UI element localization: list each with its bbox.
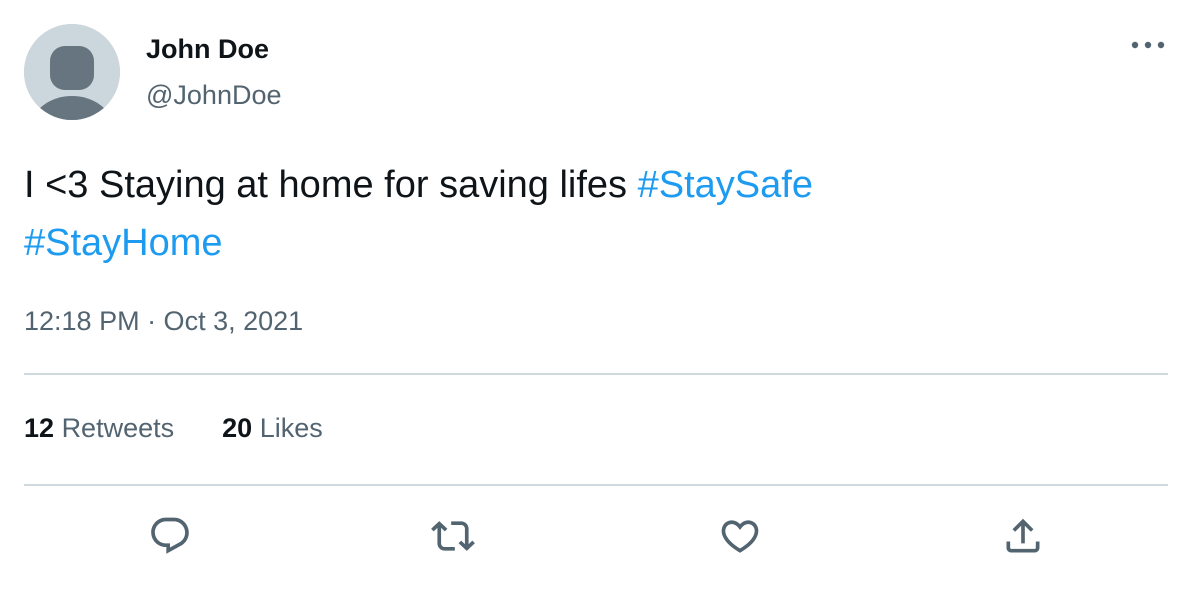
author-name[interactable]: John Doe: [146, 34, 269, 65]
avatar[interactable]: [24, 24, 120, 120]
tweet-timestamp[interactable]: 12:18 PM · Oct 3, 2021: [24, 306, 303, 337]
retweet-button[interactable]: [429, 512, 477, 560]
divider: [24, 484, 1168, 486]
share-button[interactable]: [999, 512, 1047, 560]
more-icon: [1131, 41, 1165, 49]
like-button[interactable]: [716, 512, 764, 560]
tweet-stats: 12 Retweets 20 Likes: [24, 413, 323, 444]
retweets-count: 12: [24, 413, 55, 443]
hashtag-staysafe[interactable]: #StaySafe: [638, 164, 813, 206]
tweet-body: I <3 Staying at home for saving lifes: [24, 164, 628, 206]
like-icon: [721, 520, 759, 553]
reply-button[interactable]: [146, 512, 194, 560]
likes-count: 20: [222, 413, 253, 443]
tweet-card: John Doe @JohnDoe I <3 Staying at home f…: [0, 0, 1192, 606]
default-avatar-icon: [24, 24, 120, 120]
more-options-button[interactable]: [1126, 30, 1170, 60]
likes-stat[interactable]: 20 Likes: [222, 413, 323, 444]
retweets-label: Retweets: [61, 413, 175, 443]
author-handle[interactable]: @JohnDoe: [146, 80, 282, 111]
retweet-icon: [431, 521, 475, 551]
reply-icon: [151, 517, 189, 554]
retweets-stat[interactable]: 12 Retweets: [24, 413, 174, 444]
divider: [24, 373, 1168, 375]
hashtag-stayhome[interactable]: #StayHome: [24, 222, 223, 264]
likes-label: Likes: [259, 413, 323, 443]
tweet-text: I <3 Staying at home for saving lifes #S…: [24, 156, 1164, 272]
share-icon: [1006, 518, 1040, 553]
